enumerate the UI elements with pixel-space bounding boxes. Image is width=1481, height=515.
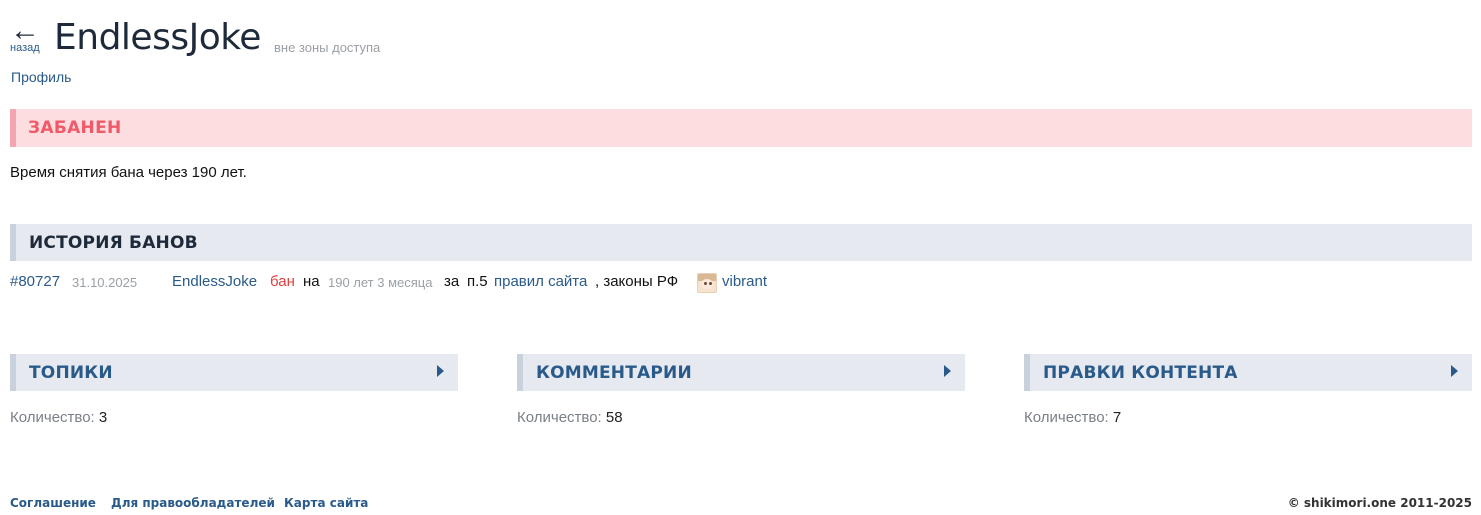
avatar-eye-right [709,282,712,285]
back-label: назад [10,42,40,54]
footer-copyright: © shikimori.one 2011-2025 [1287,496,1472,510]
chevron-right-icon [944,365,951,377]
ban-expiry-text: Время снятия бана через 190 лет. [10,164,247,181]
ban-history-title: ИСТОРИЯ БАНОВ [29,233,198,253]
footer-link-copyright-holders[interactable]: Для правообладателей [111,496,275,510]
ban-id-link[interactable]: #80727 [10,273,60,290]
online-status: вне зоны доступа [274,40,381,55]
comments-count-label: Количество: [517,409,602,426]
content-edits-count: Количество: 7 [1024,409,1121,426]
content-edits-count-label: Количество: [1024,409,1109,426]
site-rules-link[interactable]: правил сайта [494,273,587,290]
comments-count-value: 58 [605,409,623,426]
content-edits-section-header[interactable]: ПРАВКИ КОНТЕНТА [1024,354,1472,391]
content-edits-count-value: 7 [1112,409,1122,426]
moderator-link[interactable]: vibrant [722,273,767,290]
ban-history-header: ИСТОРИЯ БАНОВ [10,224,1472,261]
topics-count-label: Количество: [10,409,95,426]
chevron-right-icon [437,365,444,377]
topics-count: Количество: 3 [10,409,107,426]
ban-action: бан [270,273,295,290]
ban-reason-prefix: за [444,273,460,290]
banned-heading: ЗАБАНЕН [28,118,122,138]
comments-section-header[interactable]: КОММЕНТАРИИ [517,354,965,391]
page-footer: Соглашение Для правообладателей Карта са… [10,496,1472,512]
moderator-avatar[interactable] [697,273,717,293]
profile-link[interactable]: Профиль [11,69,71,85]
avatar-eye-left [704,282,707,285]
ban-on-word: на [303,273,320,290]
comments-count: Количество: 58 [517,409,623,426]
footer-link-agreement[interactable]: Соглашение [10,496,96,510]
back-button[interactable]: ← назад [10,16,44,55]
comments-title: КОММЕНТАРИИ [536,363,692,383]
ban-reason-suffix: , законы РФ [595,273,679,290]
page-header: ← назад EndlessJoke вне зоны доступа [10,16,810,62]
ban-date: 31.10.2025 [72,275,138,290]
ban-duration: 190 лет 3 месяца [328,275,433,290]
chevron-right-icon [1451,365,1458,377]
page-title: EndlessJoke [54,17,261,58]
topics-count-value: 3 [98,409,108,426]
banned-banner: ЗАБАНЕН [10,109,1472,147]
banned-user-link[interactable]: EndlessJoke [172,273,257,290]
footer-link-sitemap[interactable]: Карта сайта [284,496,368,510]
content-edits-title: ПРАВКИ КОНТЕНТА [1043,363,1238,383]
ban-rule-ref: п.5 [467,273,488,290]
topics-section-header[interactable]: ТОПИКИ [10,354,458,391]
topics-title: ТОПИКИ [29,363,113,383]
